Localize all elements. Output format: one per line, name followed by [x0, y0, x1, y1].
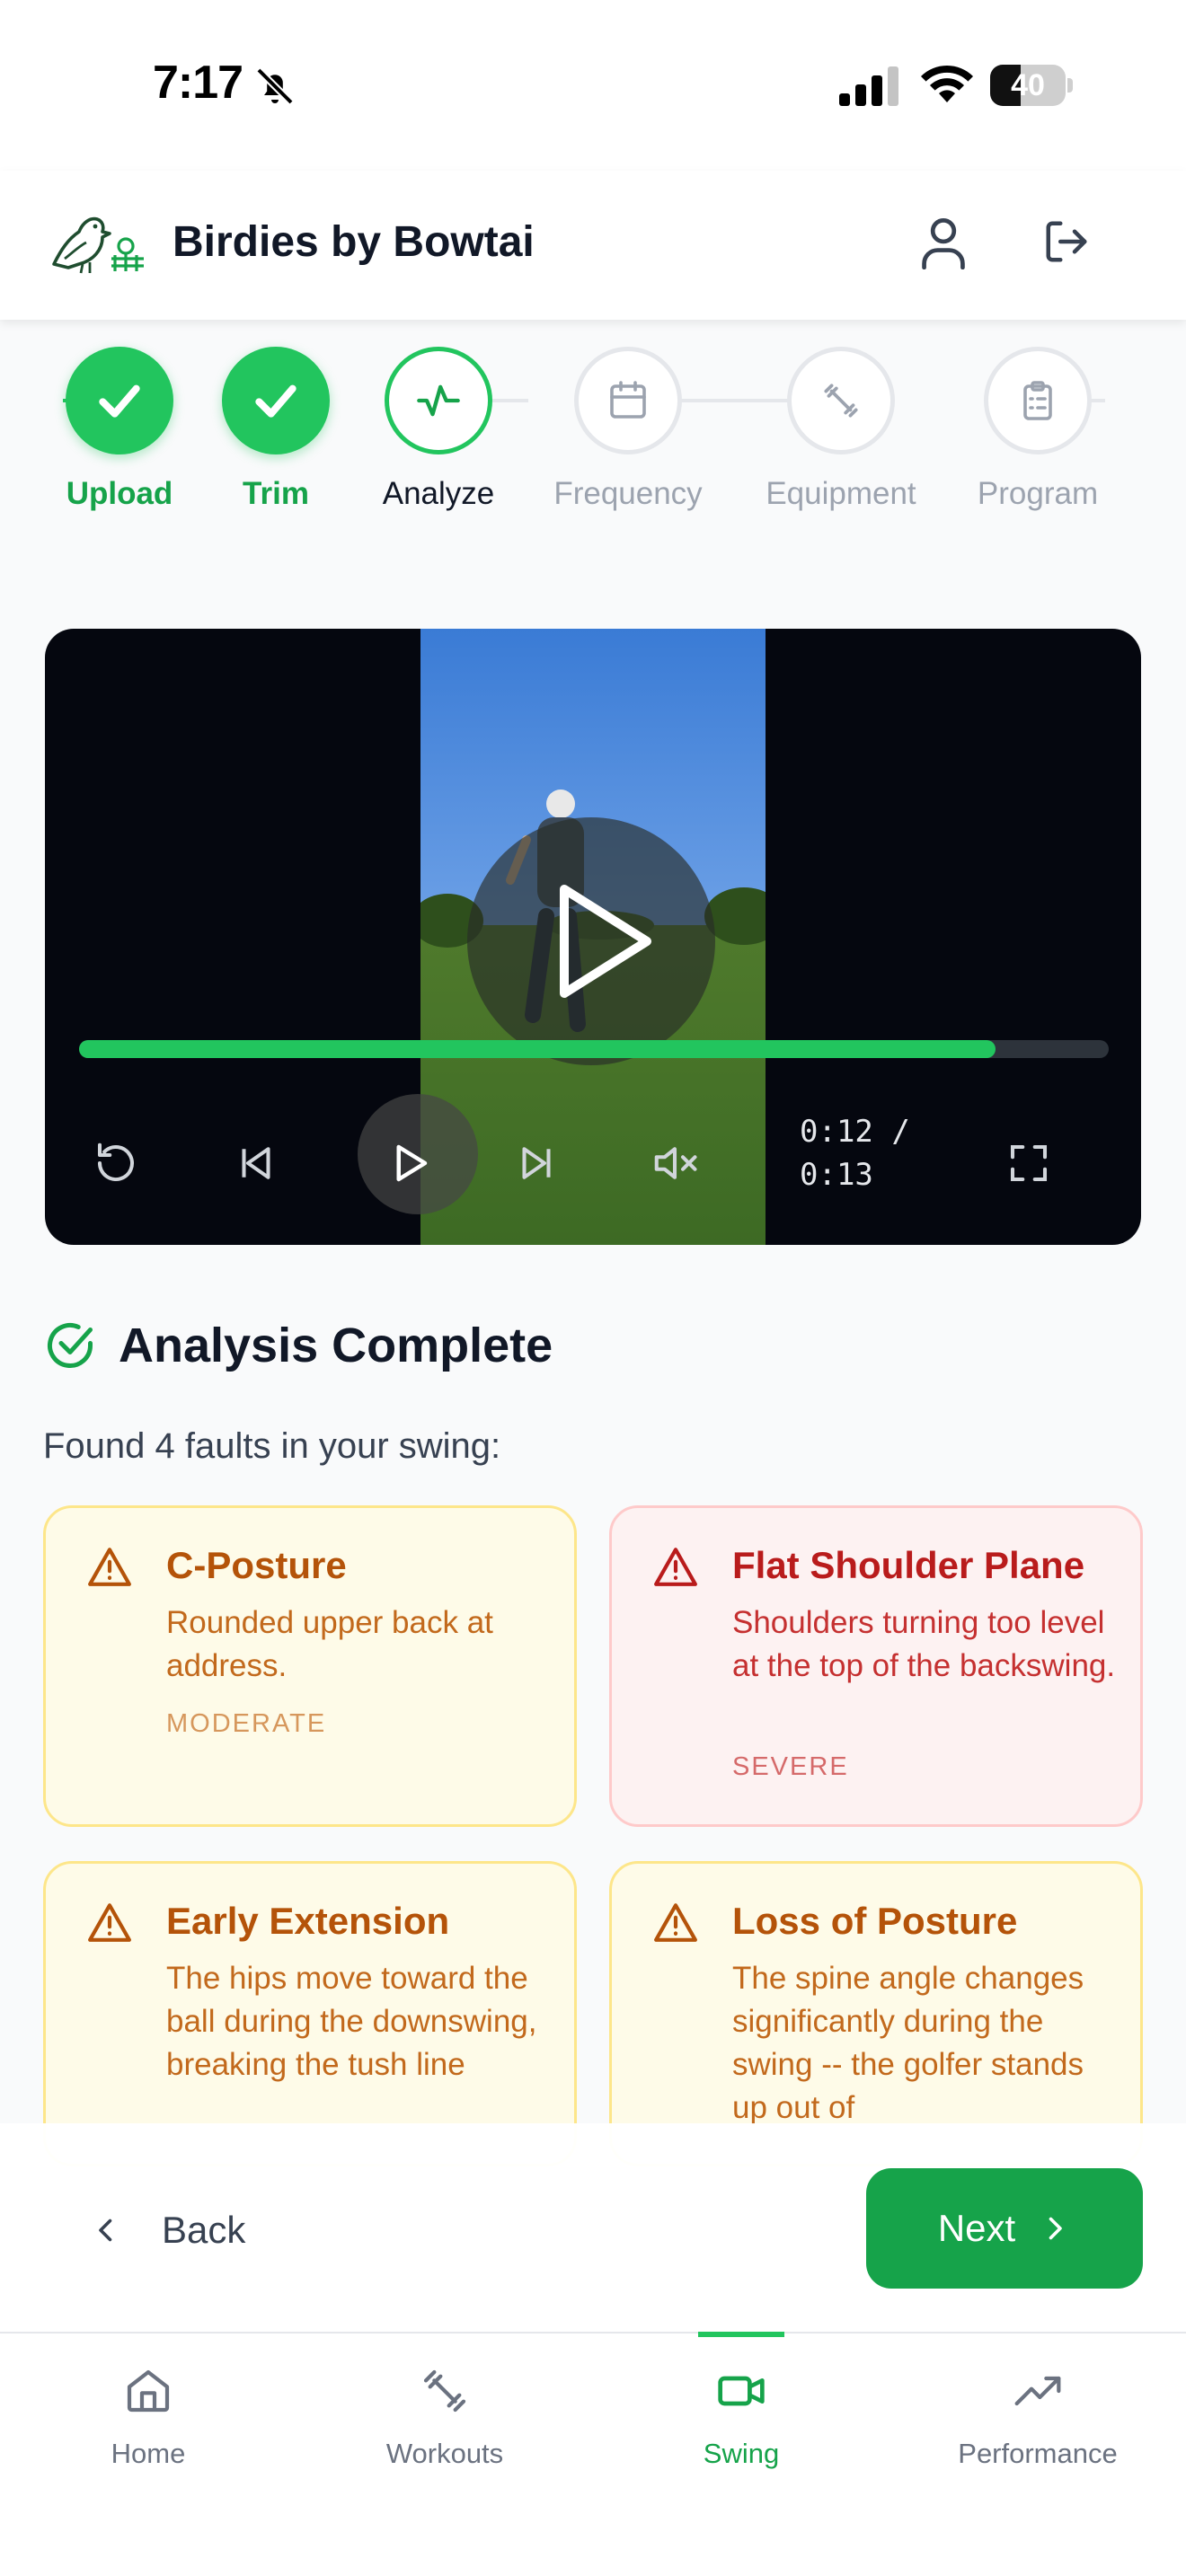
play-icon [560, 885, 651, 998]
faults-summary: Found 4 faults in your swing: [43, 1426, 501, 1466]
user-profile-icon[interactable] [920, 216, 967, 269]
step-upload: Upload [39, 347, 200, 512]
tab-swing[interactable]: Swing [593, 2333, 890, 2513]
fault-description: The spine angle changes significantly du… [732, 1961, 1084, 2125]
step-program: Program [957, 347, 1119, 512]
app-title: Birdies by Bowtai [173, 218, 535, 266]
check-icon [255, 384, 296, 418]
tab-label: Home [111, 2438, 186, 2469]
tab-workouts[interactable]: Workouts [296, 2333, 593, 2513]
duration: 0:13 [800, 1157, 873, 1193]
dumbbell-icon [423, 2369, 466, 2413]
fault-card[interactable]: C-Posture Rounded upper back at address.… [43, 1505, 577, 1827]
fault-card[interactable]: Loss of Posture The spine angle changes … [609, 1861, 1143, 2166]
fault-description: Rounded upper back at address. [166, 1605, 493, 1683]
play-icon [396, 1144, 428, 1182]
fault-card[interactable]: Flat Shoulder Plane Shoulders turning to… [609, 1505, 1143, 1827]
fullscreen-icon[interactable] [1005, 1139, 1053, 1187]
video-player[interactable]: 0:12 / 0:13 [45, 629, 1141, 1245]
step-label: Equipment [766, 476, 916, 511]
step-label: Program [977, 476, 1099, 511]
home-icon [127, 2369, 170, 2413]
fault-title: Flat Shoulder Plane [732, 1544, 1085, 1586]
wifi-icon [921, 65, 973, 102]
app-header: Birdies by Bowtai [0, 171, 1186, 320]
chevron-left-icon [99, 2219, 112, 2242]
volume-mute-icon[interactable] [651, 1139, 699, 1187]
warning-triangle-icon [654, 1903, 697, 1942]
clipboard-list-icon [1023, 381, 1052, 420]
wizard-action-bar: Back Next [0, 2123, 1186, 2332]
progress-stepper: Upload Trim Analyze Frequency Equipment … [0, 347, 1186, 526]
step-label: Analyze [382, 476, 495, 511]
bottom-tab-bar: Home Workouts Swing Performance [0, 2332, 1186, 2576]
back-label: Back [162, 2209, 246, 2251]
analysis-title: Analysis Complete [119, 1319, 553, 1372]
tab-label: Performance [958, 2438, 1118, 2469]
bird-logo-icon [52, 216, 144, 274]
check-icon [99, 384, 140, 418]
tab-home[interactable]: Home [0, 2333, 296, 2513]
fault-severity: MODERATE [166, 1709, 327, 1738]
skip-forward-icon[interactable] [512, 1139, 561, 1187]
restart-icon[interactable] [92, 1139, 140, 1187]
dumbbell-icon [824, 384, 858, 418]
step-label: Trim [243, 476, 309, 511]
cellular-signal-icon [839, 66, 898, 106]
tab-performance[interactable]: Performance [890, 2333, 1186, 2513]
bell-off-icon [256, 67, 294, 105]
analysis-heading: Analysis Complete [43, 1317, 553, 1374]
step-label: Frequency [553, 476, 703, 511]
chevron-right-icon [1049, 2217, 1062, 2240]
trending-up-icon [1014, 2376, 1061, 2406]
tab-label: Workouts [385, 2438, 504, 2469]
back-button[interactable]: Back [90, 2188, 245, 2272]
fault-description: The hips move toward the ball during the… [166, 1961, 537, 2082]
step-label: Upload [66, 476, 173, 511]
activity-pulse-icon [417, 384, 460, 417]
status-time: 7:17 [153, 57, 243, 109]
step-frequency: Frequency [547, 347, 709, 512]
video-time-readout: 0:12 / 0:13 [800, 1110, 934, 1196]
current-time: 0:12 / [800, 1114, 910, 1150]
next-label: Next [937, 2207, 1016, 2249]
next-button[interactable]: Next [866, 2168, 1143, 2289]
warning-triangle-icon [88, 1903, 131, 1942]
fault-card[interactable]: Early Extension The hips move toward the… [43, 1861, 577, 2166]
calendar-icon [610, 381, 646, 419]
step-equipment: Equipment [760, 347, 922, 512]
video-progress-bar[interactable] [79, 1040, 1109, 1058]
fault-title: Loss of Posture [732, 1900, 1018, 1942]
check-circle-icon [48, 1323, 93, 1368]
fault-title: C-Posture [166, 1544, 347, 1586]
logout-icon[interactable] [1042, 217, 1091, 266]
step-analyze: Analyze [358, 347, 519, 512]
fault-severity: SEVERE [732, 1752, 849, 1781]
big-play-button[interactable] [467, 817, 715, 1065]
fault-description: Shoulders turning too level at the top o… [732, 1605, 1116, 1683]
warning-triangle-icon [88, 1548, 131, 1586]
fault-title: Early Extension [166, 1900, 450, 1942]
video-progress-fill [79, 1040, 996, 1058]
video-icon [718, 2376, 765, 2406]
skip-back-icon[interactable] [232, 1139, 280, 1187]
step-trim: Trim [195, 347, 357, 512]
tab-label: Swing [703, 2438, 780, 2469]
warning-triangle-icon [654, 1548, 697, 1586]
battery-indicator: 40 [990, 65, 1073, 106]
battery-level-text: 40 [1011, 68, 1045, 102]
status-bar: 7:17 40 [0, 0, 1186, 171]
